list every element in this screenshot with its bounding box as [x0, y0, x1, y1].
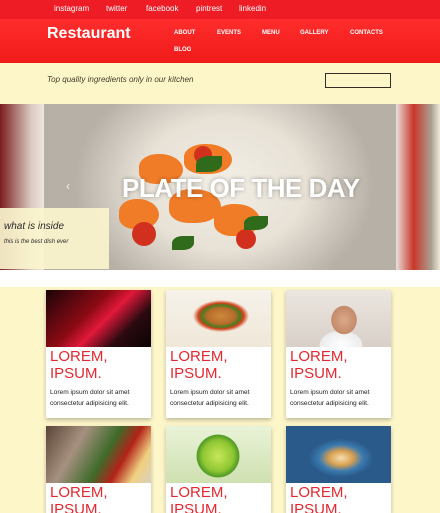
card-title: LOREM, IPSUM. — [170, 484, 228, 513]
card-text: Lorem ipsum dolor sit amet consectetur a… — [50, 389, 130, 407]
card-title: LOREM, IPSUM. — [170, 348, 228, 382]
hero-caption: what is inside this is the best dish eve… — [0, 208, 109, 269]
card-title: LOREM, IPSUM. — [290, 484, 348, 513]
social-link-facebook[interactable]: facebook — [146, 4, 178, 13]
card[interactable]: LOREM, IPSUM. Lorem ipsum dolor sit amet… — [286, 290, 391, 418]
caption-title: what is inside — [4, 221, 65, 232]
social-bar: instagram twitter facebook pintrest link… — [0, 0, 440, 19]
card-image-smiling-chef — [286, 290, 391, 347]
nav-contacts[interactable]: CONTACTS — [350, 30, 383, 36]
social-link-twitter[interactable]: twitter — [106, 4, 127, 13]
card-image-neon-open-sign — [46, 290, 151, 347]
card-image-plated-dish — [286, 426, 391, 483]
search-input[interactable] — [325, 73, 391, 88]
card[interactable]: LOREM, IPSUM. Lorem ipsum dolor sit amet… — [166, 290, 271, 418]
caption-text: this is the best dish ever — [4, 239, 69, 245]
card[interactable]: LOREM, IPSUM. — [46, 426, 151, 513]
card-image-vegetables — [46, 426, 151, 483]
hero-banner: ‹ PLATE OF THE DAY what is inside this i… — [0, 104, 440, 270]
header: Restaurant ABOUT EVENTS MENU GALLERY CON… — [0, 19, 440, 63]
social-link-pintrest[interactable]: pintrest — [196, 4, 222, 13]
nav-events[interactable]: EVENTS — [217, 30, 241, 36]
card[interactable]: LOREM, IPSUM. — [286, 426, 391, 513]
card-title: LOREM, IPSUM. — [290, 348, 348, 382]
card-title: LOREM, IPSUM. — [50, 484, 108, 513]
card-image-burger-and-fries — [166, 290, 271, 347]
card-text: Lorem ipsum dolor sit amet consectetur a… — [170, 389, 250, 407]
card[interactable]: LOREM, IPSUM. Lorem ipsum dolor sit amet… — [46, 290, 151, 418]
card[interactable]: LOREM, IPSUM. — [166, 426, 271, 513]
card-image-green-drink — [166, 426, 271, 483]
section-divider — [0, 270, 440, 287]
chevron-left-icon[interactable]: ‹ — [66, 179, 70, 193]
social-link-instagram[interactable]: instagram — [54, 4, 89, 13]
brand-logo[interactable]: Restaurant — [47, 25, 131, 43]
tagline-row: Top quality ingredients only in our kitc… — [0, 63, 440, 100]
nav-about[interactable]: ABOUT — [174, 30, 195, 36]
hero-next-slide-image — [396, 104, 440, 270]
social-link-linkedin[interactable]: linkedin — [239, 4, 266, 13]
nav-gallery[interactable]: GALLERY — [300, 30, 328, 36]
nav-blog[interactable]: BLOG — [174, 47, 191, 53]
card-text: Lorem ipsum dolor sit amet consectetur a… — [290, 389, 370, 407]
hero-title: PLATE OF THE DAY — [122, 173, 360, 203]
nav-menu[interactable]: MENU — [262, 30, 280, 36]
tagline: Top quality ingredients only in our kitc… — [47, 75, 194, 84]
card-title: LOREM, IPSUM. — [50, 348, 108, 382]
